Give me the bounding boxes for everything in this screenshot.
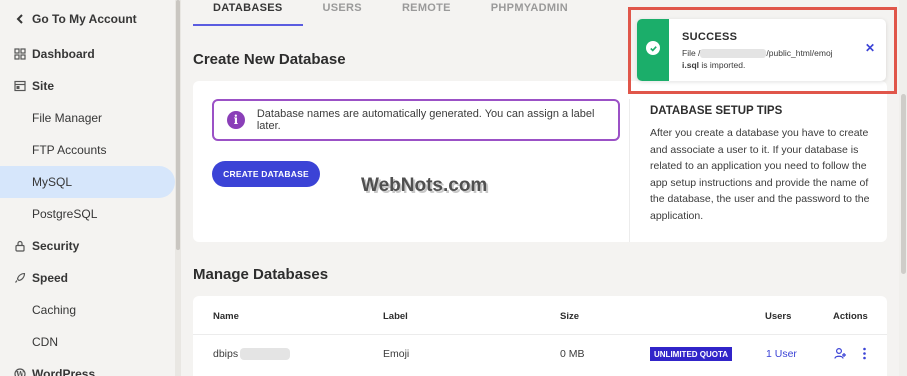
- sidebar-item-security[interactable]: Security: [0, 230, 175, 262]
- notice-text: Database names are automatically generat…: [256, 108, 595, 132]
- column-header-users: Users: [765, 311, 792, 322]
- info-icon: i: [227, 111, 245, 129]
- sidebar-item-speed[interactable]: Speed: [0, 262, 175, 294]
- sidebar-item-file-manager[interactable]: File Manager: [0, 102, 175, 134]
- db-users-link[interactable]: 1 User: [766, 348, 797, 360]
- create-database-button[interactable]: CREATE DATABASE: [212, 161, 320, 187]
- back-to-account-link[interactable]: Go To My Account: [0, 3, 175, 35]
- sidebar-item-cdn[interactable]: CDN: [0, 326, 175, 358]
- sidebar-item-dashboard[interactable]: Dashboard: [0, 38, 175, 70]
- tab-bar: DATABASES USERS REMOTE PHPMYADMIN: [193, 0, 588, 26]
- redacted-path: [700, 49, 767, 59]
- sidebar-item-wordpress[interactable]: W WordPress: [0, 358, 175, 376]
- rocket-icon: [14, 272, 26, 284]
- db-name: dbips: [213, 348, 239, 360]
- tab-databases[interactable]: DATABASES: [193, 0, 303, 26]
- toast-msg-suffix: is imported.: [699, 60, 746, 70]
- sidebar-item-mysql[interactable]: MySQL: [0, 166, 175, 198]
- db-size-cell: 0 MB: [560, 348, 585, 360]
- manage-databases-table: Name Label Size Users Actions dbips Emoj…: [193, 296, 887, 376]
- svg-text:W: W: [15, 370, 24, 376]
- close-icon[interactable]: ✕: [865, 41, 875, 55]
- toast-title: SUCCESS: [682, 31, 738, 43]
- back-to-account-label: Go To My Account: [32, 12, 137, 26]
- db-label-cell[interactable]: Emoji: [383, 348, 409, 360]
- more-actions-icon[interactable]: [858, 347, 871, 365]
- lock-icon: [14, 240, 26, 252]
- dashboard-icon: [14, 48, 26, 60]
- column-header-actions: Actions: [833, 311, 868, 322]
- toast-msg-file: i.sql: [682, 60, 700, 70]
- toast-message: File / /public_html/emoj i.sql is importe…: [682, 47, 852, 71]
- sidebar-item-label: FTP Accounts: [32, 143, 107, 157]
- create-database-heading: Create New Database: [193, 51, 346, 68]
- manage-databases-heading: Manage Databases: [193, 266, 329, 283]
- wordpress-icon: W: [14, 368, 26, 376]
- column-header-size[interactable]: Size: [560, 311, 579, 322]
- sidebar-item-label: Speed: [32, 271, 69, 285]
- check-icon: [646, 41, 660, 55]
- column-header-name[interactable]: Name: [213, 311, 239, 322]
- setup-tips-title: DATABASE SETUP TIPS: [650, 105, 783, 117]
- card-divider: [629, 99, 630, 242]
- column-header-label[interactable]: Label: [383, 311, 408, 322]
- auto-name-notice: i Database names are automatically gener…: [212, 99, 620, 141]
- sidebar-scrollbar-thumb[interactable]: [176, 0, 180, 250]
- sidebar-item-label: File Manager: [32, 111, 103, 125]
- sidebar-item-label: WordPress: [32, 367, 96, 376]
- quota-badge: UNLIMITED QUOTA: [650, 347, 733, 361]
- sidebar-item-caching[interactable]: Caching: [0, 294, 175, 326]
- sidebar-item-label: PostgreSQL: [32, 207, 98, 221]
- sidebar: Go To My Account Dashboard Site File Man…: [0, 0, 181, 376]
- sidebar-item-label: Dashboard: [32, 47, 95, 61]
- redacted-name: [240, 348, 291, 361]
- sidebar-item-label: CDN: [32, 335, 58, 349]
- db-name-cell: dbips: [213, 348, 291, 361]
- toast-msg-path: /public_html/emoj: [766, 48, 833, 58]
- tab-users[interactable]: USERS: [303, 0, 382, 26]
- chevron-left-icon: [14, 13, 26, 25]
- header-divider: [193, 334, 887, 335]
- sidebar-item-label: Caching: [32, 303, 77, 317]
- watermark: WebNots.com: [361, 175, 488, 196]
- sidebar-item-postgresql[interactable]: PostgreSQL: [0, 198, 175, 230]
- sidebar-item-ftp-accounts[interactable]: FTP Accounts: [0, 134, 175, 166]
- add-user-icon[interactable]: [834, 347, 847, 365]
- success-toast: SUCCESS File / /public_html/emoj i.sql is…: [637, 19, 886, 81]
- tab-remote[interactable]: REMOTE: [382, 0, 471, 26]
- sidebar-item-label: MySQL: [32, 175, 73, 189]
- sidebar-item-label: Site: [32, 79, 55, 93]
- site-icon: [14, 80, 26, 92]
- setup-tips-body: After you create a database you have to …: [650, 127, 870, 222]
- sidebar-item-site[interactable]: Site: [0, 70, 175, 102]
- create-database-card: i Database names are automatically gener…: [193, 81, 887, 242]
- tab-phpmyadmin[interactable]: PHPMYADMIN: [471, 0, 588, 26]
- toast-msg-prefix: File /: [682, 48, 701, 58]
- sidebar-item-label: Security: [32, 239, 80, 253]
- main-scrollbar-thumb[interactable]: [901, 94, 906, 274]
